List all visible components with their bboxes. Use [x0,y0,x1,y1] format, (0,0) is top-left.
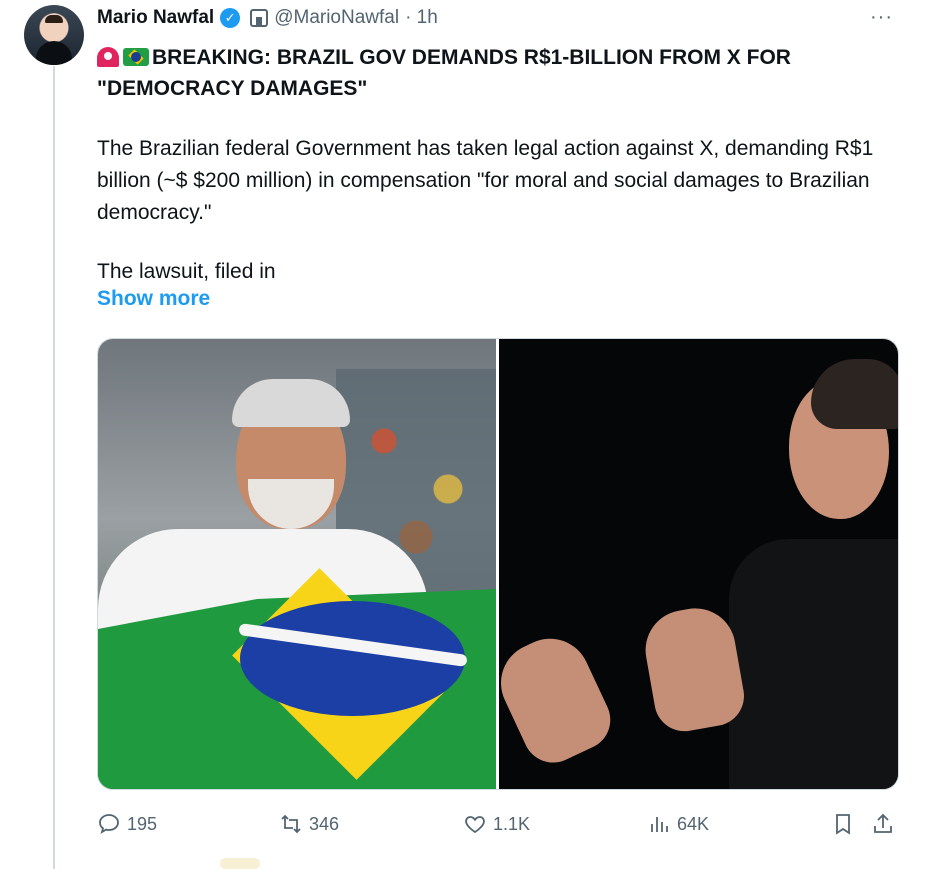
headline-text: BREAKING: BRAZIL GOV DEMANDS R$1-BILLION… [97,46,791,100]
reply-icon [99,814,119,834]
thread-line [53,66,55,869]
like-button[interactable]: 1.1K [463,806,530,842]
retweet-icon [281,814,301,834]
reply-count: 195 [127,813,158,834]
share-icon [874,813,892,833]
author-handle[interactable]: @MarioNawfal [274,7,399,29]
avatar[interactable] [24,5,84,65]
affiliate-badge-icon[interactable] [250,9,269,27]
tweet-headline: BREAKING: BRAZIL GOV DEMANDS R$1-BILLION… [97,42,887,104]
like-icon [465,816,485,834]
tweet-header: Mario Nawfal ✓ @MarioNawfal · 1h [97,4,438,32]
tweet-paragraph-2: The lawsuit, filed in [97,260,276,283]
tweet-paragraph-1: The Brazilian federal Government has tak… [97,137,874,224]
author-name[interactable]: Mario Nawfal [97,7,214,29]
person-body [729,539,898,789]
more-icon[interactable]: ··· [870,6,893,29]
person-hand-left [499,625,621,773]
views-icon [651,817,668,832]
brazil-flag-emoji [123,48,149,66]
photo-right[interactable] [499,339,898,789]
like-count: 1.1K [493,813,531,834]
views-count: 64K [677,813,710,834]
verified-icon[interactable]: ✓ [220,8,241,28]
views-button[interactable]: 64K [647,806,709,842]
tweet-media[interactable] [97,338,899,790]
show-more-link[interactable]: Show more [97,287,210,311]
avatar-hair [45,15,63,23]
retweet-count: 346 [309,813,340,834]
bookmark-button[interactable] [831,806,855,842]
action-bar: 195 346 1.1K 64K [97,806,897,842]
bookmark-icon [836,814,850,835]
man-hair [232,379,350,427]
next-tweet-peek [220,858,260,869]
reply-button[interactable]: 195 [97,806,157,842]
man-beard [248,479,334,529]
person-hair [811,359,898,429]
share-button[interactable] [871,806,895,842]
tweet-time[interactable]: · 1h [405,7,438,29]
photo-left[interactable] [98,339,496,789]
avatar-suit [36,41,72,65]
retweet-button[interactable]: 346 [279,806,339,842]
siren-emoji [97,47,119,67]
